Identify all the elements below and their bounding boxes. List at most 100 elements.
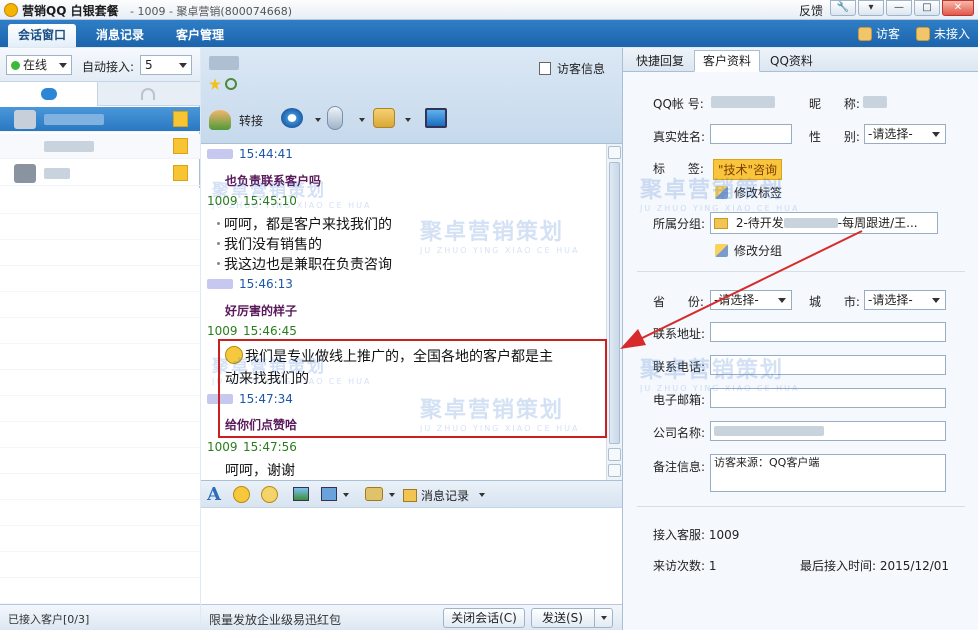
right-tabs: 快捷回复 客户资料 QQ资料 [623,48,978,72]
nickname-label: 昵 称: [809,97,860,111]
close-session-button[interactable]: 关闭会话(C) [443,608,525,628]
watermark: 聚卓营销策划 JU ZHUO YING XIAO CE HUA [640,178,800,213]
send-button[interactable]: 发送(S) [531,608,613,628]
chat-header: 访客信息 转接 [201,48,622,144]
scroll-up-button[interactable] [608,146,621,159]
note-icon [173,111,188,127]
promo-text[interactable]: 限量发放企业级易迅红包 [209,611,341,628]
city-select[interactable]: -请选择- [864,290,946,310]
sender-name [207,279,233,289]
message-sender: 1009 [207,440,238,454]
emoji-icon[interactable] [233,486,250,503]
menu-button[interactable]: ▾ [858,0,884,16]
user-icon [916,27,930,41]
video-icon[interactable] [281,108,303,128]
message-line: 呵呵，谢谢 [225,463,295,479]
message-text: 好厉害的样子 [225,304,298,318]
qq-number-value [711,96,775,108]
microphone-icon[interactable] [327,106,343,130]
history-icon [403,489,417,502]
screenshot-dropdown-icon[interactable] [343,493,349,497]
close-button[interactable]: ✕ [942,0,974,16]
screenshot-icon[interactable] [321,487,337,501]
nickname-value [863,96,887,108]
transfer-icon [209,110,231,130]
gender-select[interactable]: -请选择- [864,124,946,144]
star-icon[interactable] [209,78,221,90]
not-accepted-button[interactable]: 未接入 [916,25,970,42]
real-name-input[interactable] [710,124,792,144]
list-item[interactable] [0,134,200,159]
scroll-down-button[interactable] [608,448,621,461]
minimize-button[interactable]: — [886,0,912,16]
message-time: 15:47:56 [243,440,297,454]
list-item[interactable] [0,107,200,132]
search-icon[interactable] [225,78,237,90]
chat-bubble-icon [40,88,57,100]
tab-headset[interactable] [99,82,197,106]
voice-dropdown-icon[interactable] [359,118,365,122]
auto-accept-select[interactable]: 5 [140,55,192,75]
arrow-line [631,230,863,344]
tab-conversations[interactable] [0,82,98,106]
transfer-button[interactable]: 转接 [209,110,263,130]
online-status-dropdown[interactable]: 在线 [6,55,72,75]
tab-qq-profile[interactable]: QQ资料 [761,50,822,72]
gift-dropdown-icon[interactable] [389,493,395,497]
tab-customer-management[interactable]: 客户管理 [166,24,234,47]
highlight-box [218,339,607,438]
remark-label: 备注信息: [653,460,706,474]
feedback-link[interactable]: 反馈 [799,2,823,19]
message-time: 15:46:13 [239,277,293,291]
visitor-name [209,56,239,70]
left-tabs [0,82,200,106]
tab-chat-window[interactable]: 会话窗口 [8,24,77,47]
qq-number-label: QQ帐 号: [653,97,704,111]
sender-name [207,149,233,159]
title-bar: 营销QQ 白银套餐 - 1009 - 聚卓营销(800074668) 反馈 🔧 … [0,0,978,20]
empty-list-rows [0,188,200,604]
send-options-button[interactable] [594,609,612,627]
remark-input[interactable]: 访客来源：QQ客户端 [710,454,946,492]
file-dropdown-icon[interactable] [405,118,411,122]
chat-input-box[interactable] [201,508,622,604]
folder-transfer-icon[interactable] [373,108,395,128]
last-visit-time: 最后接入时间: 2015/12/01 [800,559,950,573]
message-history-button[interactable]: 消息记录 [403,487,469,504]
customer-name [44,141,94,152]
scroll-bottom-button[interactable] [608,464,621,477]
tab-customer-profile[interactable]: 客户资料 [694,50,761,72]
app-title: 营销QQ 白银套餐 [22,4,119,18]
tab-quick-reply[interactable]: 快捷回复 [627,50,693,72]
sticker-icon[interactable] [261,486,278,503]
visitor-info-button[interactable]: 访客信息 [539,60,605,77]
company-label: 公司名称: [653,426,706,440]
email-label: 电子邮箱: [653,393,706,407]
main-tab-bar: 会话窗口 消息记录 客户管理 访客 未接入 [0,20,978,47]
document-icon [539,62,551,75]
history-dropdown-icon[interactable] [479,493,485,497]
avatar [14,110,36,129]
status-bar: 在线 自动接入: 5 [0,48,200,82]
list-item[interactable] [0,161,200,186]
annotation-arrow [620,230,863,349]
auto-accept-label: 自动接入: [82,60,135,74]
maximize-button[interactable]: □ [914,0,940,16]
real-name-label: 真实姓名: [653,130,706,144]
video-dropdown-icon[interactable] [315,118,321,122]
customer-list-panel: 在线 自动接入: 5 已接入客户[0/3] [0,48,200,630]
font-icon[interactable]: A [207,484,221,505]
accepted-count: 已接入客户[0/3] [0,604,200,630]
chat-input-toolbar: A 消息记录 [201,480,622,508]
customer-name [44,168,70,179]
customer-list [0,107,200,604]
remote-screen-icon[interactable] [425,108,447,128]
watermark: 聚卓营销策划 JU ZHUO YING XIAO CE HUA [420,220,580,255]
agent-info: 接入客服: 1009 [653,528,740,542]
tab-message-history[interactable]: 消息记录 [86,24,154,47]
visitor-button[interactable]: 访客 [858,25,900,42]
gift-icon[interactable] [365,487,383,501]
tools-button[interactable]: 🔧 [830,0,856,16]
image-icon[interactable] [293,487,309,501]
company-input[interactable] [710,421,946,441]
